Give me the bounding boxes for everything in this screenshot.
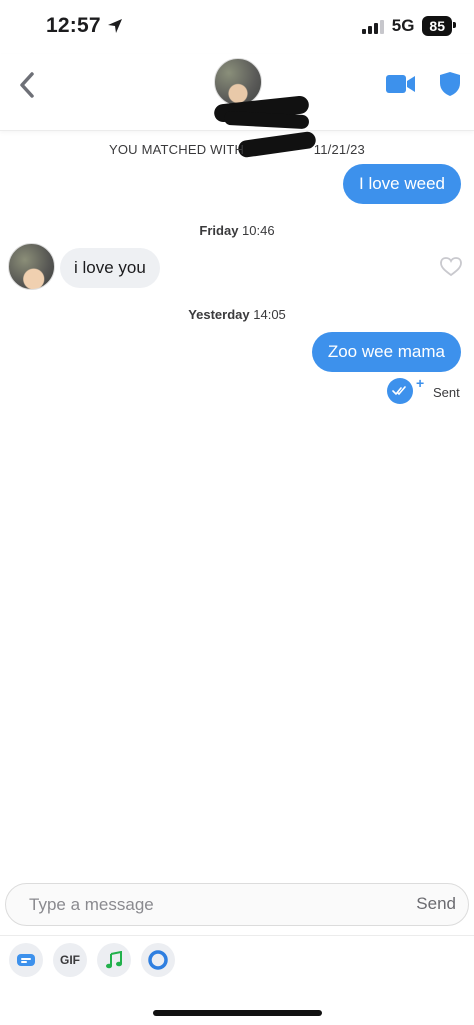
read-receipt-icon bbox=[387, 378, 413, 404]
status-indicators: 5G 85 bbox=[361, 16, 456, 36]
sticker-icon bbox=[17, 954, 35, 966]
music-button[interactable] bbox=[97, 943, 131, 977]
match-prefix: YOU MATCHED WITH bbox=[109, 142, 245, 157]
signal-icon bbox=[361, 18, 384, 34]
timestamp: Yesterday 14:05 bbox=[0, 307, 474, 322]
send-button[interactable]: Send bbox=[416, 894, 456, 914]
match-date: 11/21/23 bbox=[313, 142, 365, 157]
outgoing-message[interactable]: I love weed bbox=[343, 164, 461, 204]
timestamp-time: 14:05 bbox=[253, 307, 286, 322]
outgoing-message[interactable]: Zoo wee mama bbox=[311, 332, 461, 372]
toolbar-divider bbox=[0, 935, 474, 936]
sender-avatar[interactable] bbox=[8, 243, 55, 290]
timestamp-day: Yesterday bbox=[188, 307, 250, 322]
home-indicator bbox=[153, 1010, 322, 1016]
incoming-message[interactable]: i love you bbox=[60, 248, 160, 288]
match-banner: YOU MATCHED WITH 11/21/23 bbox=[0, 142, 474, 157]
music-note-icon bbox=[106, 951, 122, 969]
profile-avatar[interactable] bbox=[214, 58, 262, 106]
time-label: 12:57 bbox=[46, 14, 101, 37]
gif-icon: GIF bbox=[60, 953, 80, 967]
video-camera-icon[interactable] bbox=[386, 74, 416, 94]
message-composer: Send bbox=[5, 883, 469, 926]
gif-button[interactable]: GIF bbox=[53, 943, 87, 977]
sticker-button[interactable] bbox=[9, 943, 43, 977]
heart-icon[interactable] bbox=[440, 257, 462, 277]
timestamp: Friday 10:46 bbox=[0, 223, 474, 238]
ring-icon bbox=[148, 950, 168, 970]
ring-button[interactable] bbox=[141, 943, 175, 977]
shield-icon[interactable] bbox=[439, 71, 461, 97]
plus-icon[interactable]: + bbox=[416, 375, 424, 391]
timestamp-day: Friday bbox=[199, 223, 239, 238]
status-time: 12:57 bbox=[46, 14, 123, 38]
location-arrow-icon bbox=[107, 19, 122, 33]
timestamp-time: 10:46 bbox=[242, 223, 275, 238]
network-label: 5G bbox=[391, 16, 415, 35]
battery-badge: 85 bbox=[422, 16, 456, 36]
message-input[interactable] bbox=[27, 894, 391, 916]
chevron-left-icon[interactable] bbox=[16, 70, 38, 100]
sent-status: Sent bbox=[433, 385, 460, 400]
